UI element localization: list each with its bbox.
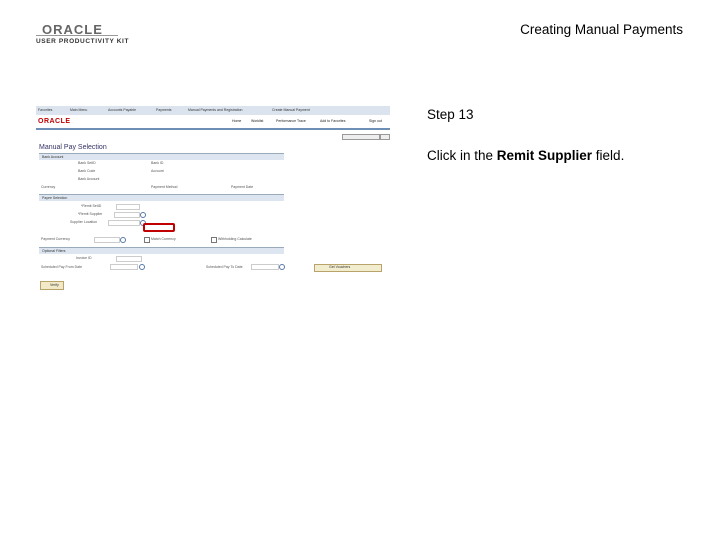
instruction-field-name: Remit Supplier bbox=[496, 148, 593, 163]
match-currency-label: Match Currency bbox=[151, 237, 176, 241]
scheduled-from-field[interactable] bbox=[110, 264, 138, 270]
calendar-icon[interactable] bbox=[139, 264, 145, 270]
menu-add-favorites[interactable]: Add to Favorites bbox=[320, 119, 345, 123]
remit-setid-label: *Remit SetID bbox=[81, 204, 102, 208]
section-optional-filters-label: Optional Filters bbox=[42, 249, 66, 253]
calendar-icon[interactable] bbox=[279, 264, 285, 270]
nav-manual-payments[interactable]: Manual Payments and Registration bbox=[188, 108, 242, 112]
nav-favorites[interactable]: Favorites bbox=[38, 108, 52, 112]
bank-code-label: Bank Code bbox=[78, 169, 96, 173]
menu-home[interactable]: Home bbox=[232, 119, 241, 123]
invoice-id-field[interactable] bbox=[116, 256, 142, 262]
section-payee-selection: Payee Selection bbox=[39, 194, 284, 201]
currency-label: Currency bbox=[41, 185, 56, 189]
get-vouchers-label: Get Vouchers bbox=[329, 265, 351, 269]
bank-account-label: Bank Account bbox=[78, 177, 100, 181]
withholding-label: Withholding Calculate bbox=[218, 237, 252, 241]
scheduled-from-label: Scheduled Pay From Date bbox=[41, 265, 83, 269]
verify-label: Verify bbox=[50, 283, 59, 287]
remit-supplier-field[interactable] bbox=[114, 212, 140, 218]
scheduled-to-field[interactable] bbox=[251, 264, 279, 270]
bank-setid-label: Bank SetID bbox=[78, 161, 96, 165]
verify-button[interactable]: Verify bbox=[40, 281, 64, 290]
breadcrumb-nav: Favorites Main Menu Accounts Payable Pay… bbox=[36, 106, 390, 115]
invoice-id-label: Invoice ID bbox=[76, 256, 92, 260]
instruction-prefix: Click in the bbox=[427, 148, 497, 163]
menu-worklist[interactable]: Worklist bbox=[251, 119, 263, 123]
bank-id-label: Bank ID bbox=[151, 161, 164, 165]
section-payee-selection-label: Payee Selection bbox=[42, 196, 68, 200]
menu-performance-trace[interactable]: Performance Trace bbox=[276, 119, 306, 123]
instruction-suffix: field. bbox=[592, 148, 625, 163]
section-bank-account-label: Bank Account bbox=[42, 155, 64, 159]
personalize-button[interactable] bbox=[342, 134, 380, 140]
app-oracle-logo: ORACLE bbox=[38, 118, 71, 125]
page-title: Manual Pay Selection bbox=[39, 144, 107, 151]
lookup-icon[interactable] bbox=[140, 212, 146, 218]
nav-payments[interactable]: Payments bbox=[156, 108, 172, 112]
remit-supplier-highlight bbox=[143, 223, 175, 232]
remit-setid-field[interactable] bbox=[116, 204, 140, 210]
supplier-location-field[interactable] bbox=[108, 220, 140, 226]
step-instruction: Click in the Remit Supplier field. bbox=[427, 148, 624, 163]
payment-currency-label: Payment Currency bbox=[41, 237, 70, 241]
upk-logo-text: USER PRODUCTIVITY KIT bbox=[36, 38, 130, 45]
location-label: Supplier Location bbox=[70, 220, 98, 224]
nav-accounts-payable[interactable]: Accounts Payable bbox=[108, 108, 136, 112]
section-bank-account: Bank Account bbox=[39, 153, 284, 160]
step-number: Step 13 bbox=[427, 107, 474, 122]
get-vouchers-button[interactable]: Get Vouchers bbox=[314, 264, 382, 272]
payment-currency-field[interactable] bbox=[94, 237, 120, 243]
payment-method-label: Payment Method bbox=[151, 185, 178, 189]
logo-divider bbox=[36, 35, 118, 36]
nav-create-manual-payment[interactable]: Create Manual Payment bbox=[272, 108, 310, 112]
application-screenshot: Favorites Main Menu Accounts Payable Pay… bbox=[36, 106, 390, 290]
new-window-button[interactable] bbox=[380, 134, 390, 140]
lookup-icon[interactable] bbox=[120, 237, 126, 243]
payment-date-label: Payment Date bbox=[231, 185, 254, 189]
header-bar bbox=[36, 128, 390, 130]
account-label: Account bbox=[151, 169, 164, 173]
match-currency-checkbox[interactable] bbox=[144, 237, 150, 243]
withholding-checkbox[interactable] bbox=[211, 237, 217, 243]
section-optional-filters: Optional Filters bbox=[39, 247, 284, 254]
menu-sign-out[interactable]: Sign out bbox=[369, 119, 382, 123]
document-title: Creating Manual Payments bbox=[520, 22, 683, 37]
scheduled-to-label: Scheduled Pay To Date bbox=[206, 265, 243, 269]
nav-main-menu[interactable]: Main Menu bbox=[70, 108, 87, 112]
remit-supplier-label: *Remit Supplier bbox=[78, 212, 103, 216]
